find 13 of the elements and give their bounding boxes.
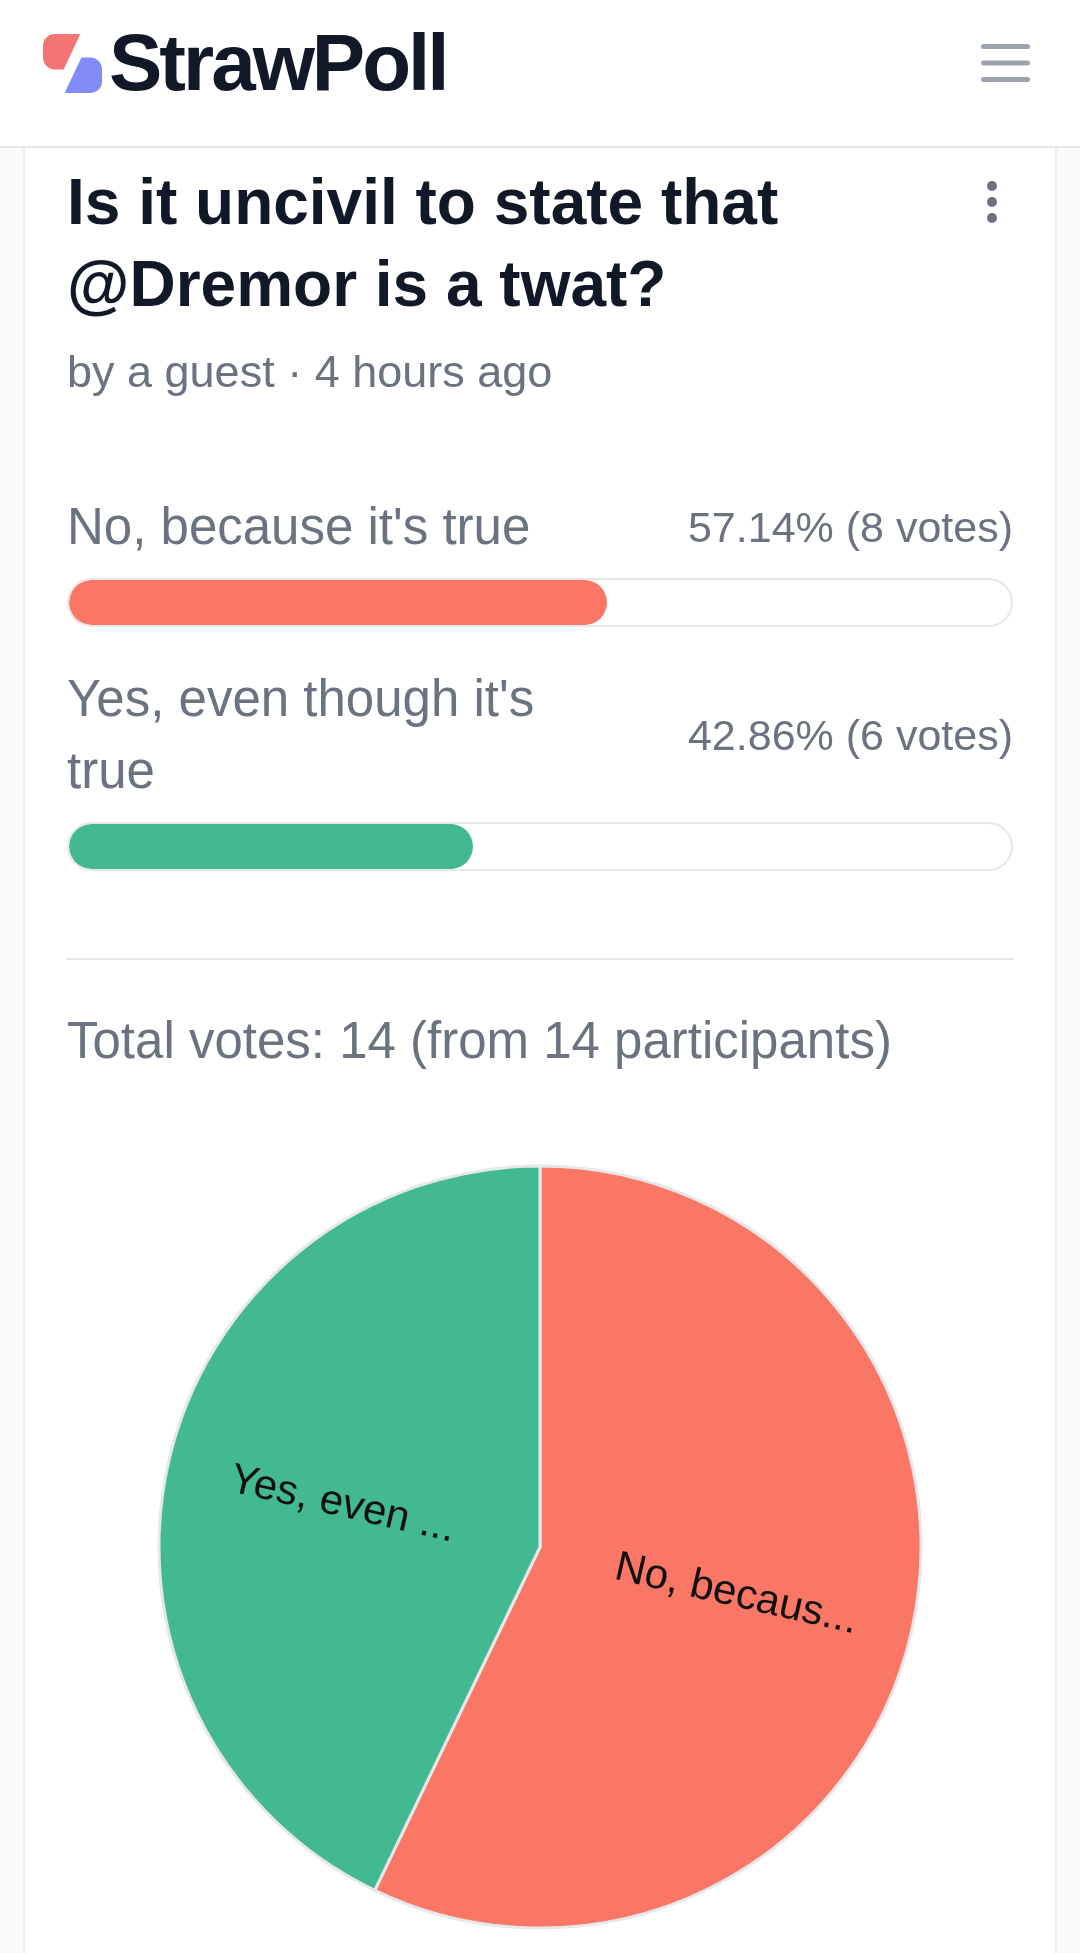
slice-label: No, becaus... [611,1541,863,1643]
vertical-dots-icon [987,181,997,223]
byline-text: by a guest · 4 hours ago [67,345,554,399]
vote-result: 57.14% (8 votes) [687,502,1013,553]
total-votes-text: Total votes: 14 (from 14 participants) [67,1011,893,1071]
poll-title: Is it uncivil to state that @Dremor is a twat? [67,165,780,322]
vote-result: 42.86% (6 votes) [687,710,1013,761]
menu-icon [981,44,1030,82]
option-label: Yes, even though it's true [67,669,536,801]
option-label: No, because it's true [67,497,531,557]
menu-button[interactable] [981,44,1030,82]
logo-icon [43,33,102,93]
slice-label: Yes, even ... [225,1453,461,1551]
